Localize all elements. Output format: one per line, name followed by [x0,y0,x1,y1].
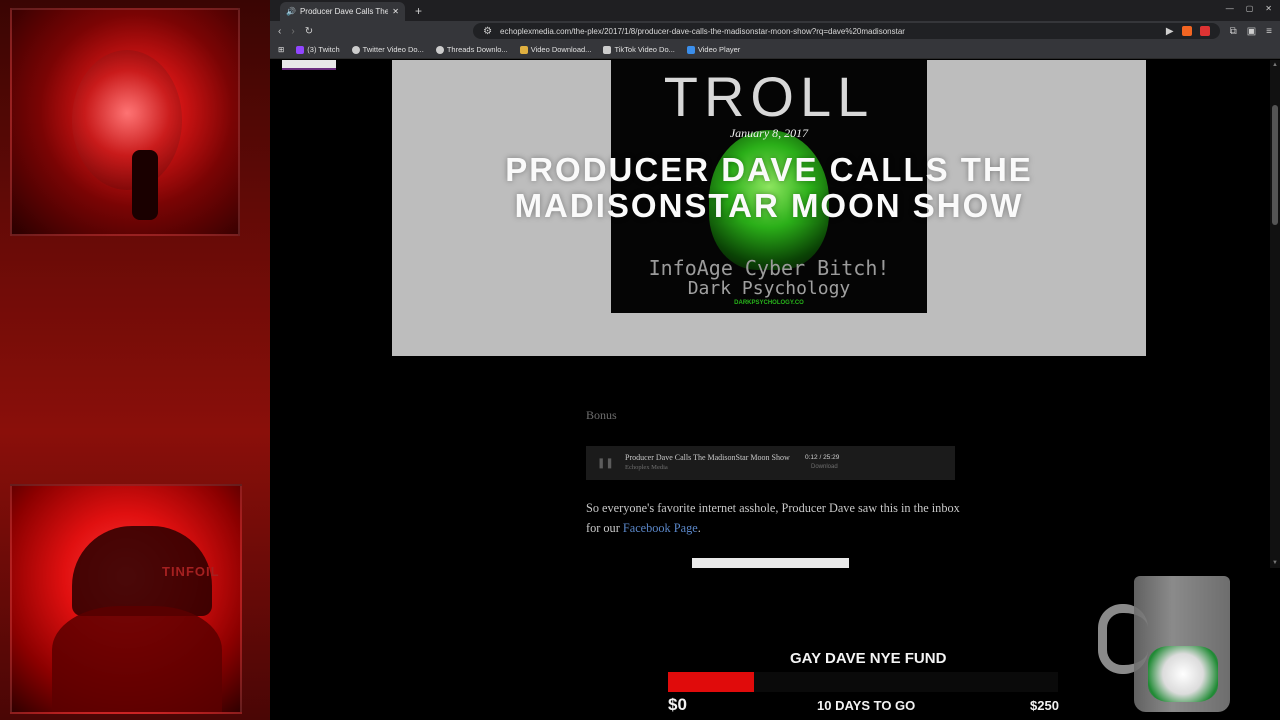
fund-goal: $250 [1030,698,1059,713]
bookmarks-bar: ⊞ (3) Twitch Twitter Video Do... Threads… [270,41,1280,59]
page-scrollbar[interactable]: ▲ ▼ [1270,60,1280,568]
post-date: January 8, 2017 [729,126,809,140]
tab-active[interactable]: 🔊 Producer Dave Calls The ✕ [280,2,405,21]
video-player-icon [686,45,695,54]
site-logo[interactable] [282,60,336,70]
host-figure [72,50,182,190]
window-controls: — ▢ ✕ [1226,4,1272,13]
stream-overlay-left: TINFOIL [0,0,270,720]
brave-shield-icon[interactable] [1181,26,1192,36]
bookmark-tiktok[interactable]: TikTok Video Do... [603,45,675,54]
track-title: Producer Dave Calls The MadisonStar Moon… [625,453,790,462]
thumbnail-line1: InfoAge Cyber Bitch! [648,256,890,280]
menu-icon[interactable]: ≡ [1266,26,1272,37]
dice-graphic [1148,646,1218,702]
new-tab-button[interactable]: + [405,4,432,21]
fund-days-remaining: 10 DAYS TO GO [817,698,916,713]
body-figure [52,606,222,712]
tab-title: Producer Dave Calls The [299,7,389,16]
fund-min: $0 [668,695,687,714]
nav-bar: ‹ › ↻ ⚙ echoplexmedia.com/the-plex/2017/… [270,21,1280,41]
pause-icon[interactable]: ❚❚ [597,458,614,469]
address-bar[interactable]: ⚙ echoplexmedia.com/the-plex/2017/1/8/pr… [473,23,1220,39]
site-info-icon[interactable]: ⚙ [483,26,492,37]
back-icon[interactable]: ‹ [278,26,281,37]
fund-progress-bar [668,672,1058,692]
track-time: 0:12 / 25:29 [805,454,840,461]
donation-goal: GAY DAVE NYE FUND $0 10 DAYS TO GO $250 [660,648,1070,720]
sidebar-icon[interactable]: ▣ [1247,26,1256,37]
bookmark-twitter-video[interactable]: Twitter Video Do... [351,45,424,54]
webcam-top [10,8,240,236]
bookmark-twitch[interactable]: (3) Twitch [296,45,340,54]
scroll-down-icon[interactable]: ▼ [1272,560,1278,566]
bookmark-video-download[interactable]: Video Download... [519,45,591,54]
track-artist: Echoplex Media [625,464,668,471]
beer-mug-graphic [1098,574,1238,714]
bookmark-threads[interactable]: Threads Downlo... [435,45,508,54]
scroll-up-icon[interactable]: ▲ [1272,62,1278,68]
download-link[interactable]: Download [811,464,838,470]
microphone-icon [132,150,158,220]
download-icon [519,45,528,54]
cap-text: TINFOIL [162,564,220,579]
tab-bar: 🔊 Producer Dave Calls The ✕ + — ▢ ✕ [270,0,1280,21]
thumbnail-title: TROLL [663,65,875,128]
scrollbar-thumb[interactable] [1272,105,1278,225]
facebook-page-link[interactable]: Facebook Page [623,521,698,535]
fund-progress-fill [668,672,754,692]
tiktok-icon [603,45,612,54]
category-label[interactable]: Bonus [586,408,617,423]
thumbnail-site: DARKPSYCHOLOGY.CO [734,300,804,306]
embedded-image-placeholder [692,558,849,568]
speaker-icon: 🔊 [286,7,296,16]
play-icon[interactable]: ▶ [1166,26,1174,37]
close-tab-icon[interactable]: ✕ [392,7,399,16]
globe-icon [351,45,360,54]
webcam-bottom: TINFOIL [10,484,242,714]
fund-title: GAY DAVE NYE FUND [790,650,947,667]
post-title: PRODUCER DAVE CALLS THE MADISONSTAR MOON… [505,151,1033,224]
rewards-icon[interactable] [1199,26,1210,36]
forward-icon[interactable]: › [291,26,294,37]
twitch-icon [296,45,305,54]
audio-player[interactable]: ❚❚ Producer Dave Calls The MadisonStar M… [586,446,955,480]
minimize-icon[interactable]: — [1226,4,1234,13]
post-body: So everyone's favorite internet asshole,… [586,501,960,535]
extensions-icon[interactable]: ⧉ [1230,26,1237,37]
close-window-icon[interactable]: ✕ [1265,4,1272,13]
reload-icon[interactable]: ↻ [305,26,313,37]
url-text[interactable]: echoplexmedia.com/the-plex/2017/1/8/prod… [500,27,1158,36]
apps-grid-icon[interactable]: ⊞ [278,45,284,54]
thumbnail-line2: Dark Psychology [687,278,851,299]
maximize-icon[interactable]: ▢ [1246,4,1254,13]
hero-banner: TROLL InfoAge Cyber Bitch! Dark Psycholo… [392,60,1146,356]
bookmark-video-player[interactable]: Video Player [686,45,740,54]
threads-icon [435,45,444,54]
